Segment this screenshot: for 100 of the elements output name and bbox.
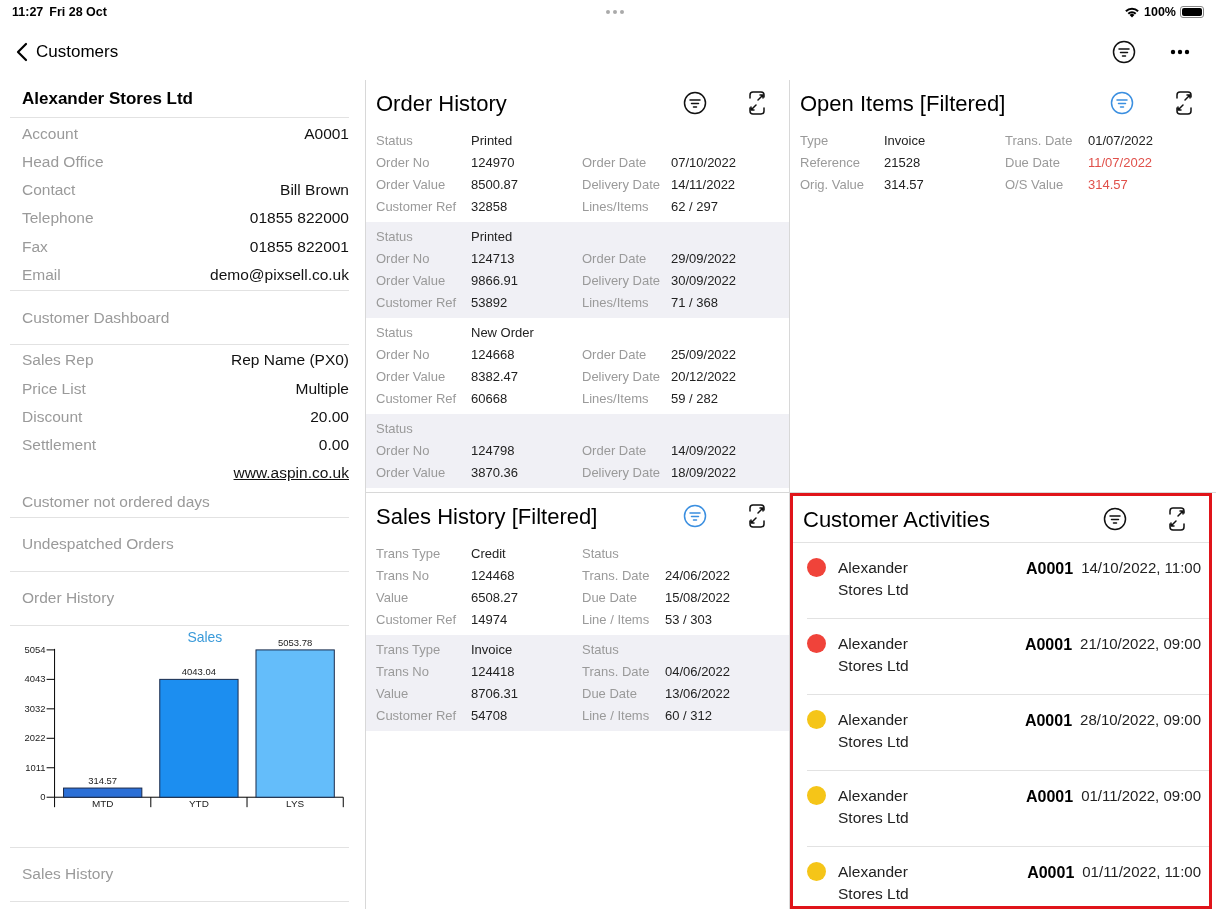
field-label: Order No: [376, 346, 431, 365]
field-value: 6508.27: [471, 589, 518, 608]
detail-value: 20.00: [310, 406, 349, 427]
field-value: 124970: [471, 154, 515, 173]
activity-datetime: 01/11/2022, 11:00: [1082, 862, 1201, 882]
detail-label: Contact: [22, 180, 76, 201]
field-value: 15/08/2022: [665, 589, 731, 608]
field-label: Delivery Date: [582, 368, 662, 387]
field-value: 01/07/2022: [1088, 132, 1154, 151]
field-value: Printed: [471, 132, 513, 151]
detail-value: Bill Brown: [280, 180, 349, 201]
field-label: Order Date: [582, 346, 648, 365]
field-label: Order No: [376, 250, 431, 269]
detail-label: Telephone: [22, 208, 94, 229]
filter-icon[interactable]: [1103, 507, 1127, 531]
status-date: Fri 28 Oct: [49, 3, 107, 21]
field-label: Order Date: [582, 250, 648, 269]
battery-icon: [1180, 6, 1204, 18]
field-label: Trans Type: [376, 545, 442, 564]
record-card[interactable]: Status Order No 124798 Order Value 3870.36 Order Date 14/09/2022 Delivery Date 18/09/2022: [366, 414, 789, 488]
field-value: 314.57: [884, 176, 924, 195]
field-label: Order No: [376, 154, 431, 173]
panel-title: Sales History [Filtered]: [376, 502, 599, 531]
field-label: Status: [376, 132, 414, 151]
field-value: 20/12/2022: [671, 368, 737, 387]
bar-value-label: 5053.78: [277, 636, 312, 648]
field-value: 8382.47: [471, 368, 518, 387]
y-tick-label: 3032: [24, 702, 46, 714]
field-label: Customer Ref: [376, 390, 458, 409]
field-label: Trans No: [376, 567, 430, 586]
field-value: 8706.31: [471, 685, 518, 704]
more-icon[interactable]: [1170, 49, 1190, 55]
field-label: Delivery Date: [582, 176, 662, 195]
field-value: Credit: [471, 545, 506, 564]
detail-value: Rep Name (PX0): [231, 350, 349, 371]
website-link[interactable]: www.aspin.co.uk: [233, 461, 349, 485]
field-label: Status: [376, 228, 414, 247]
detail-value: A0001: [304, 123, 349, 144]
field-label: Delivery Date: [582, 464, 662, 483]
activity-account: A0001: [1026, 787, 1074, 807]
field-value: 314.57: [1088, 176, 1128, 195]
field-label: Reference: [800, 154, 861, 173]
detail-label: Fax: [22, 236, 48, 257]
detail-label: Email: [22, 265, 61, 285]
activity-customer[interactable]: Alexander Stores Ltd: [838, 861, 938, 906]
field-label: Delivery Date: [582, 272, 662, 291]
record-card[interactable]: Status Printed Order No 124713 Order Value 9866.91 Customer Ref 53892 Order Date 29/09/2022 Delivery Date 30/09/2022 Lines/Items 71 / 368: [366, 222, 789, 318]
filter-icon[interactable]: [683, 91, 707, 115]
field-label: Due Date: [582, 589, 638, 608]
back-button[interactable]: Customers: [16, 39, 119, 65]
field-label: Lines/Items: [582, 390, 650, 409]
field-label: Trans. Date: [582, 663, 651, 682]
detail-value: 0.00: [318, 435, 349, 456]
y-tick-label: 0: [39, 790, 46, 802]
field-value: 124468: [471, 567, 515, 586]
detail-value: 01855 822001: [249, 236, 349, 257]
field-label: Order Date: [582, 442, 648, 461]
field-value: 62 / 297: [671, 198, 718, 217]
more-dots-icon[interactable]: [606, 10, 625, 14]
field-label: Trans. Date: [582, 567, 651, 586]
field-value: New Order: [471, 324, 534, 343]
field-label: Order Value: [376, 272, 447, 291]
field-value: 18/09/2022: [671, 464, 737, 483]
field-value: 25/09/2022: [671, 346, 737, 365]
activity-datetime: 28/10/2022, 09:00: [1080, 710, 1201, 730]
field-value: 07/10/2022: [671, 154, 737, 173]
field-value: Invoice: [884, 132, 926, 151]
record-card[interactable]: Trans Type Invoice Trans No 124418 Value 8706.31 Customer Ref 54708 Status Trans. Date 04/06/2022 Due Date 13/06/2022 Line / Items 60 / 312: [366, 635, 789, 731]
activity-customer[interactable]: Alexander Stores Ltd: [838, 557, 938, 618]
detail-value: Multiple: [295, 378, 349, 399]
bar-value-label: 314.57: [87, 774, 117, 786]
field-label: Status: [582, 545, 620, 564]
activity-datetime: 01/11/2022, 09:00: [1081, 786, 1201, 806]
field-value: 24/06/2022: [665, 567, 731, 586]
activity-customer[interactable]: Alexander Stores Ltd: [838, 785, 938, 846]
field-label: Lines/Items: [582, 198, 650, 217]
expand-icon[interactable]: [1167, 506, 1187, 532]
field-value: 13/06/2022: [665, 685, 731, 704]
activity-account: A0001: [1027, 863, 1075, 883]
field-value: Invoice: [471, 641, 513, 660]
field-label: Line / Items: [582, 611, 651, 630]
field-label: Trans. Date: [1005, 132, 1074, 151]
chart-title: Sales: [186, 628, 222, 645]
field-value: 54708: [471, 707, 508, 726]
activity-customer[interactable]: Alexander Stores Ltd: [838, 709, 938, 770]
battery-percent: 100%: [1144, 3, 1176, 21]
field-value: 124713: [471, 250, 515, 269]
activity-account: A0001: [1024, 635, 1073, 655]
expand-icon[interactable]: [747, 90, 767, 116]
filter-icon[interactable]: [1112, 40, 1136, 64]
detail-label: Account: [22, 123, 78, 144]
field-label: O/S Value: [1005, 176, 1065, 195]
expand-icon[interactable]: [747, 503, 767, 529]
expand-icon[interactable]: [1174, 90, 1194, 116]
field-label: Customer Ref: [376, 294, 458, 313]
field-label: Trans No: [376, 663, 430, 682]
field-label: Order Value: [376, 368, 447, 387]
field-value: 11/07/2022: [1088, 154, 1153, 173]
activity-customer[interactable]: Alexander Stores Ltd: [838, 633, 938, 694]
bar-value-label: 4043.04: [181, 665, 216, 677]
